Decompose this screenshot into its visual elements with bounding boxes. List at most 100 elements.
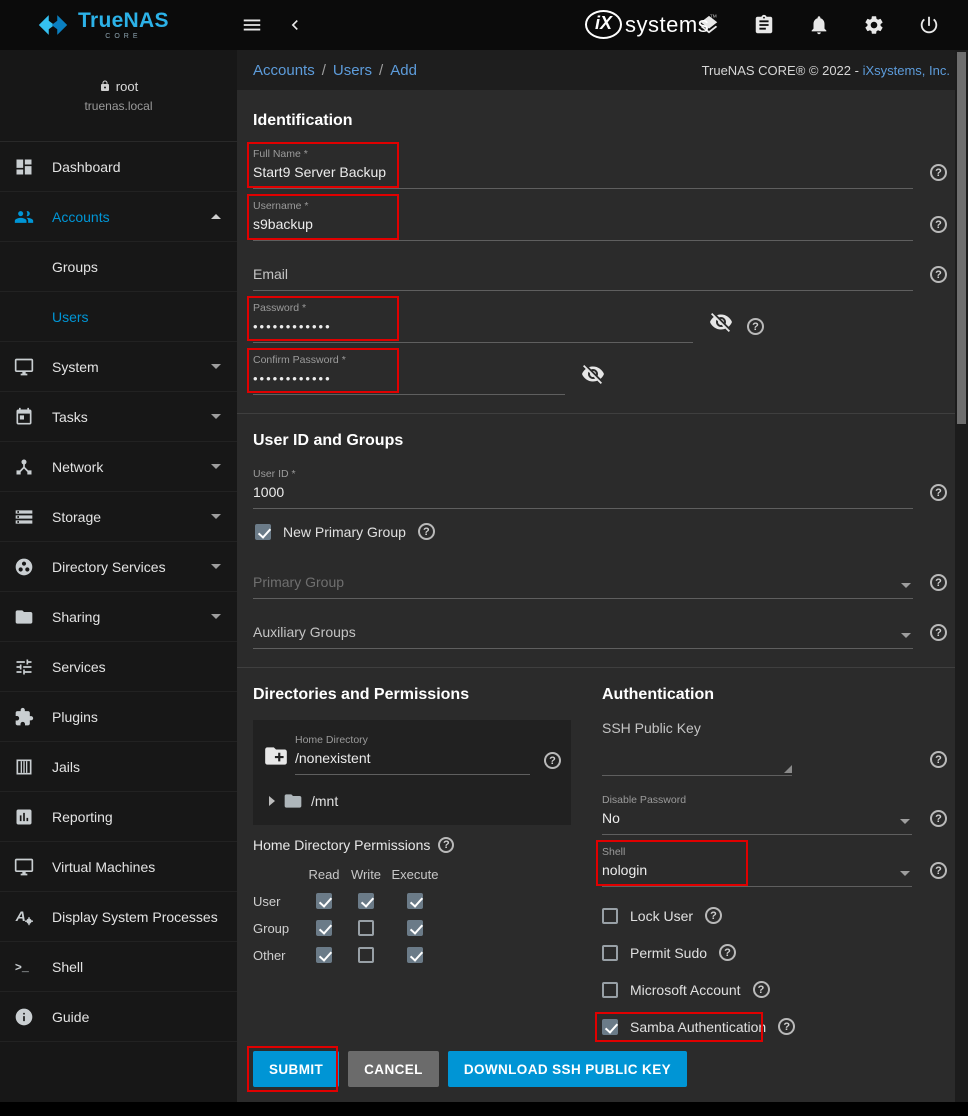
permit-sudo-row: Permit Sudo ? [602, 944, 947, 961]
group-write-checkbox[interactable] [358, 920, 374, 936]
shell-field[interactable]: Shell nologin [602, 844, 912, 887]
group-read-checkbox[interactable] [316, 920, 332, 936]
sidebar-item-display-system-processes[interactable]: Display System Processes [0, 892, 237, 942]
user-execute-checkbox[interactable] [407, 893, 423, 909]
alerts-button[interactable] [804, 10, 834, 40]
email-field[interactable]: Email [253, 264, 913, 291]
expand-arrow-icon[interactable] [269, 796, 275, 806]
password-value: •••••••••••• [253, 318, 693, 335]
permit-sudo-checkbox[interactable] [602, 945, 618, 961]
user-id-value: 1000 [253, 484, 913, 501]
sidebar-item-network[interactable]: Network [0, 442, 237, 492]
disable-password-value: No [602, 810, 912, 827]
back-button[interactable] [281, 11, 309, 39]
task-manager-button[interactable] [749, 10, 779, 40]
primary-group-field[interactable]: Primary Group [253, 572, 913, 599]
help-icon[interactable]: ? [719, 944, 736, 961]
help-icon[interactable]: ? [930, 484, 947, 501]
user-write-checkbox[interactable] [358, 893, 374, 909]
microsoft-account-label: Microsoft Account [630, 982, 741, 998]
help-icon[interactable]: ? [778, 1018, 795, 1035]
group-execute-checkbox[interactable] [407, 920, 423, 936]
user-id-field[interactable]: User ID * 1000 [253, 466, 913, 509]
sidebar-item-dashboard[interactable]: Dashboard [0, 142, 237, 192]
truenas-logo[interactable]: TrueNAS CORE [0, 10, 237, 40]
auxiliary-groups-field[interactable]: Auxiliary Groups [253, 622, 913, 649]
help-icon[interactable]: ? [930, 810, 947, 827]
field-row: Password * •••••••••••• ? [253, 300, 947, 343]
help-icon[interactable]: ? [753, 981, 770, 998]
scrollbar[interactable] [955, 50, 968, 1102]
help-icon[interactable]: ? [930, 216, 947, 233]
username-value: s9backup [253, 216, 913, 233]
help-icon[interactable]: ? [438, 837, 454, 853]
other-read-checkbox[interactable] [316, 947, 332, 963]
full-name-label: Full Name * [253, 148, 913, 160]
help-icon[interactable]: ? [418, 523, 435, 540]
scrollbar-thumb[interactable] [957, 52, 966, 424]
sidebar-item-storage[interactable]: Storage [0, 492, 237, 542]
settings-button[interactable] [859, 10, 889, 40]
submit-button[interactable]: SUBMIT [253, 1051, 339, 1087]
toggle-password-visibility[interactable] [709, 310, 733, 339]
sidebar-item-sharing[interactable]: Sharing [0, 592, 237, 642]
sidebar-item-system[interactable]: System [0, 342, 237, 392]
menu-button[interactable] [237, 10, 267, 40]
sidebar-item-reporting[interactable]: Reporting [0, 792, 237, 842]
truenas-logo-icon [36, 10, 70, 40]
sidebar-item-directory-services[interactable]: Directory Services [0, 542, 237, 592]
breadcrumb-add[interactable]: Add [390, 62, 417, 79]
confirm-password-field[interactable]: Confirm Password * •••••••••••• [253, 352, 565, 395]
help-icon[interactable]: ? [930, 624, 947, 641]
help-icon[interactable]: ? [930, 266, 947, 283]
sidebar-item-accounts[interactable]: Accounts [0, 192, 237, 242]
help-icon[interactable]: ? [930, 862, 947, 879]
sidebar-item-tasks[interactable]: Tasks [0, 392, 237, 442]
cancel-button[interactable]: CANCEL [348, 1051, 439, 1087]
other-write-checkbox[interactable] [358, 947, 374, 963]
tree-item-mnt[interactable]: /mnt [269, 791, 561, 811]
full-name-field[interactable]: Full Name * Start9 Server Backup [253, 146, 913, 189]
help-icon[interactable]: ? [747, 318, 764, 335]
samba-authentication-checkbox[interactable] [602, 1019, 618, 1035]
help-icon[interactable]: ? [705, 907, 722, 924]
help-icon[interactable]: ? [930, 751, 947, 768]
disable-password-label: Disable Password [602, 794, 912, 806]
home-directory-field[interactable]: Home Directory /nonexistent [295, 732, 530, 775]
toggle-confirm-password-visibility[interactable] [581, 362, 605, 391]
ixsystems-link[interactable]: iXsystems, Inc. [863, 63, 950, 78]
new-primary-group-row: New Primary Group ? [255, 523, 947, 540]
help-icon[interactable]: ? [930, 574, 947, 591]
lock-user-checkbox[interactable] [602, 908, 618, 924]
other-execute-checkbox[interactable] [407, 947, 423, 963]
sidebar-item-jails[interactable]: Jails [0, 742, 237, 792]
new-primary-group-checkbox[interactable] [255, 524, 271, 540]
password-field[interactable]: Password * •••••••••••• [253, 300, 693, 343]
breadcrumb-accounts[interactable]: Accounts [253, 62, 315, 79]
folder-icon [283, 791, 303, 811]
download-ssh-key-button[interactable]: DOWNLOAD SSH PUBLIC KEY [448, 1051, 687, 1087]
ssh-public-key-textarea[interactable] [602, 736, 792, 776]
authentication-column: Authentication SSH Public Key ? Disable … [602, 686, 947, 1035]
help-icon[interactable]: ? [544, 752, 561, 769]
power-button[interactable] [914, 10, 944, 40]
tune-icon [14, 657, 34, 677]
microsoft-account-checkbox[interactable] [602, 982, 618, 998]
sidebar-item-users[interactable]: Users [0, 292, 237, 342]
resize-grip-icon[interactable] [784, 765, 792, 773]
user-read-checkbox[interactable] [316, 893, 332, 909]
puzzle-icon [14, 707, 34, 727]
sidebar-item-plugins[interactable]: Plugins [0, 692, 237, 742]
breadcrumb-users[interactable]: Users [333, 62, 372, 79]
sidebar-item-services[interactable]: Services [0, 642, 237, 692]
field-row: Username * s9backup ? [253, 198, 947, 241]
sidebar-item-guide[interactable]: Guide [0, 992, 237, 1042]
disable-password-field[interactable]: Disable Password No [602, 792, 912, 835]
help-icon[interactable]: ? [930, 164, 947, 181]
username-field[interactable]: Username * s9backup [253, 198, 913, 241]
sidebar-item-shell[interactable]: Shell [0, 942, 237, 992]
chevron-down-icon [211, 514, 221, 519]
hostname: truenas.local [84, 99, 152, 113]
sidebar-item-virtual-machines[interactable]: Virtual Machines [0, 842, 237, 892]
sidebar-item-groups[interactable]: Groups [0, 242, 237, 292]
